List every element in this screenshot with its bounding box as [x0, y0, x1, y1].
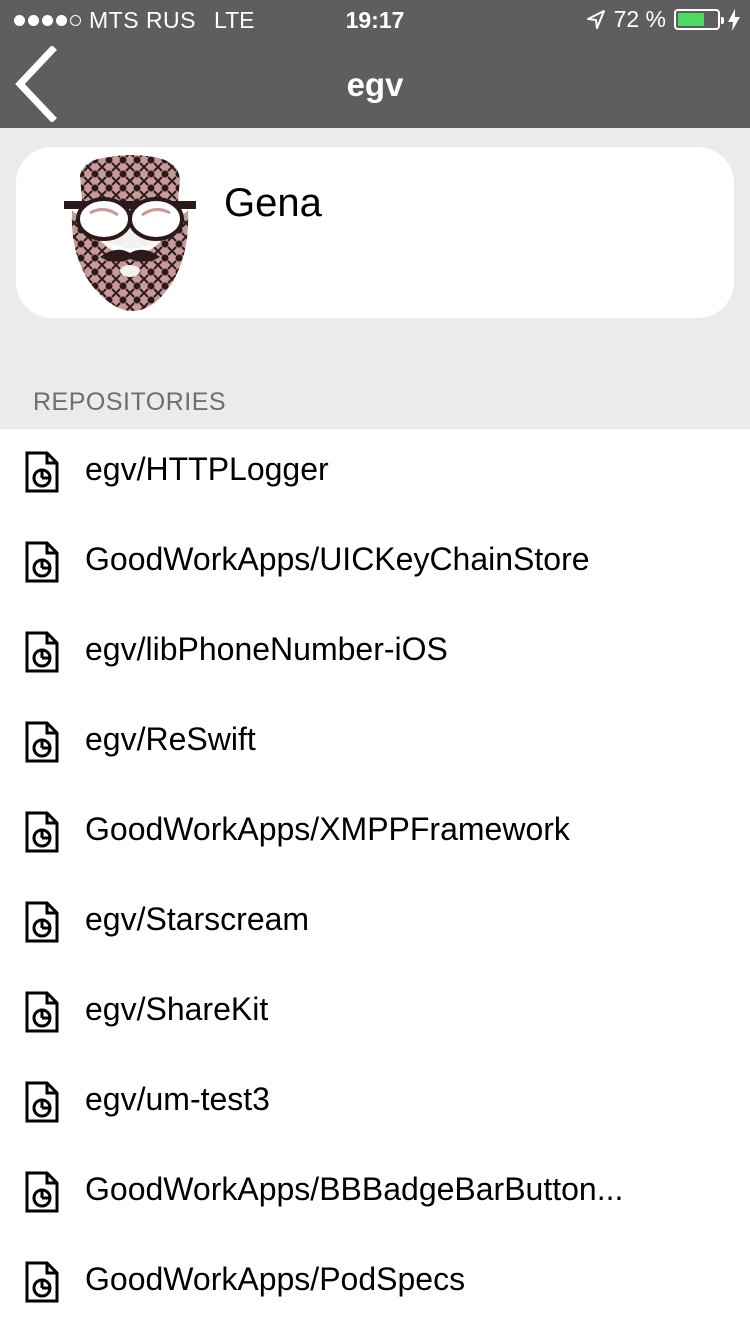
repository-list-item[interactable]: egv/ShareKit [0, 969, 750, 1059]
repository-list-item[interactable]: egv/ReSwift [0, 699, 750, 789]
repository-name: egv/ShareKit [85, 991, 269, 1027]
repo-file-icon [25, 1261, 59, 1303]
repo-file-icon [25, 451, 59, 493]
repository-name: egv/HTTPLogger [85, 451, 329, 487]
repository-list-item[interactable]: egv/libPhoneNumber-iOS [0, 609, 750, 699]
repo-file-icon [25, 1171, 59, 1213]
status-bar: MTS RUS LTE 19:17 72 % [0, 0, 750, 40]
charging-bolt-icon [728, 8, 740, 31]
repo-file-icon [25, 901, 59, 943]
profile-name: Gena [224, 181, 322, 225]
repository-list-item[interactable]: egv/HTTPLogger [0, 429, 750, 519]
repository-name: GoodWorkApps/XMPPFramework [85, 811, 570, 847]
repo-file-icon [25, 991, 59, 1033]
repo-file-icon [25, 541, 59, 583]
repository-name: egv/um-test3 [85, 1081, 270, 1117]
battery-icon [674, 9, 724, 30]
repository-list: egv/HTTPLogger GoodWorkApps/UICKeyChainS… [0, 429, 750, 1334]
repository-list-item[interactable]: GoodWorkApps/PodSpecs [0, 1239, 750, 1329]
repository-list-item[interactable]: egv/um-test3 [0, 1059, 750, 1149]
repo-file-icon [25, 811, 59, 853]
repository-list-item[interactable]: GoodWorkApps/XMPPFramework [0, 789, 750, 879]
repository-name: egv/libPhoneNumber-iOS [85, 631, 448, 667]
repository-name: GoodWorkApps/BBBadgeBarButton... [85, 1171, 624, 1207]
avatar [64, 155, 196, 311]
location-arrow-icon [586, 9, 605, 29]
nav-title: egv [346, 66, 404, 103]
navigation-bar: egv [0, 40, 750, 128]
battery-percent: 72 % [613, 6, 666, 32]
repo-file-icon [25, 631, 59, 673]
repository-name: egv/ReSwift [85, 721, 256, 757]
profile-card: Gena [16, 147, 734, 318]
repository-name: GoodWorkApps/PodSpecs [85, 1261, 466, 1297]
repository-name: egv/Starscream [85, 901, 310, 937]
repository-list-item[interactable]: GoodWorkApps/BBBadgeBarButton... [0, 1149, 750, 1239]
repository-list-item[interactable]: egv/Starscream [0, 879, 750, 969]
repo-file-icon [25, 721, 59, 763]
repository-name: GoodWorkApps/UICKeyChainStore [85, 541, 590, 577]
repo-file-icon [25, 1081, 59, 1123]
repositories-section-header: REPOSITORIES [33, 388, 227, 416]
repository-list-item[interactable]: GoodWorkApps/UICKeyChainStore [0, 519, 750, 609]
battery-group: 72 % [586, 6, 740, 33]
